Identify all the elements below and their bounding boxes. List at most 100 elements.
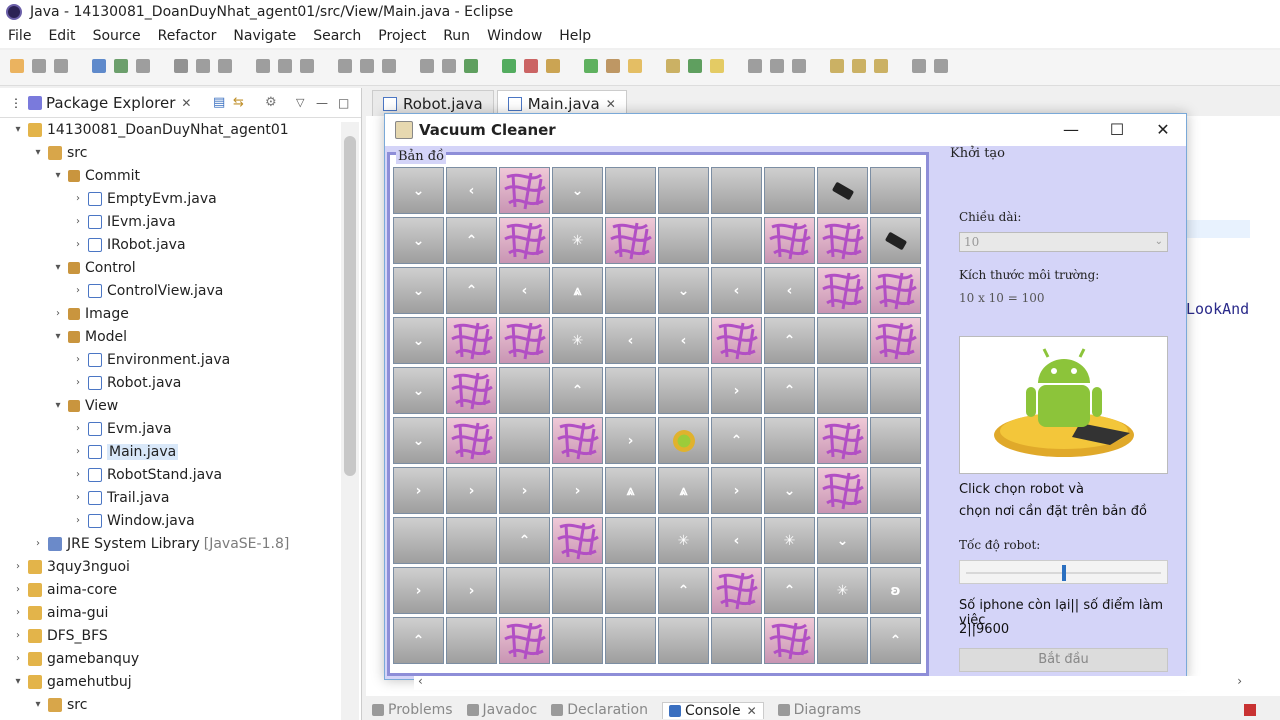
menu-window[interactable]: Window (487, 28, 542, 44)
map-cell[interactable] (711, 317, 762, 364)
tree-item[interactable]: ▾ View (52, 394, 118, 417)
close-icon[interactable]: ✕ (181, 96, 191, 110)
map-cell[interactable] (552, 567, 603, 614)
map-cell[interactable] (499, 217, 550, 264)
toolbar-tool-icon[interactable] (710, 59, 724, 73)
tree-item[interactable]: › 3quy3nguoi (12, 555, 130, 578)
tree-item[interactable]: › Environment.java (72, 348, 230, 371)
map-cell[interactable] (658, 167, 709, 214)
map-cell[interactable] (764, 217, 815, 264)
map-cell[interactable] (499, 317, 550, 364)
toolbar-tool-icon[interactable] (278, 59, 292, 73)
map-cell[interactable] (658, 367, 709, 414)
toolbar-tool-icon[interactable] (934, 59, 948, 73)
package-explorer-title[interactable]: Package Explorer (46, 94, 175, 112)
map-cell[interactable] (764, 167, 815, 214)
tab-diagrams[interactable]: Diagrams (777, 702, 861, 718)
map-cell[interactable]: ‹ (446, 167, 497, 214)
map-cell[interactable] (817, 367, 868, 414)
map-cell[interactable] (817, 167, 868, 214)
toolbar-tool-icon[interactable] (442, 59, 456, 73)
toolbar-tool-icon[interactable] (688, 59, 702, 73)
toolbar-tool-icon[interactable] (382, 59, 396, 73)
map-cell[interactable]: ‹ (711, 267, 762, 314)
tree-item[interactable]: › Image (52, 302, 129, 325)
tree-item[interactable]: › Robot.java (72, 371, 181, 394)
tree-item[interactable]: › Evm.java (72, 417, 172, 440)
map-cell[interactable]: ‹ (605, 317, 656, 364)
map-cell[interactable]: ✳ (552, 217, 603, 264)
toolbar-tool-icon[interactable] (830, 59, 844, 73)
map-cell[interactable]: ⌄ (393, 417, 444, 464)
toolbar-tool-icon[interactable] (196, 59, 210, 73)
toolbar-tool-icon[interactable] (524, 59, 538, 73)
close-icon[interactable]: ✕ (747, 704, 757, 718)
map-cell[interactable]: › (711, 467, 762, 514)
tree-item[interactable]: ▾ src (32, 693, 87, 716)
map-cell[interactable] (499, 417, 550, 464)
map-cell[interactable] (817, 267, 868, 314)
menu-help[interactable]: Help (559, 28, 591, 44)
chevron-right-icon[interactable]: › (72, 193, 84, 204)
map-cell[interactable]: › (446, 567, 497, 614)
map-cell[interactable]: ⌄ (393, 167, 444, 214)
map-cell[interactable] (605, 167, 656, 214)
maximize-button[interactable]: ☐ (1094, 118, 1140, 142)
map-cell[interactable] (870, 167, 921, 214)
tab-problems[interactable]: Problems (372, 702, 453, 718)
chevron-right-icon[interactable]: › (12, 607, 24, 618)
map-cell[interactable] (711, 217, 762, 264)
map-cell[interactable] (446, 517, 497, 564)
tree-item[interactable]: › aima-core (12, 578, 117, 601)
map-cell[interactable] (870, 317, 921, 364)
map-cell[interactable] (711, 167, 762, 214)
map-cell[interactable]: ✳ (764, 517, 815, 564)
tree-item[interactable]: › gamebanquy (12, 647, 139, 670)
robot-picker[interactable] (959, 336, 1168, 474)
collapse-all-icon[interactable]: ▤ (213, 95, 225, 110)
toolbar-tool-icon[interactable] (606, 59, 620, 73)
chevron-right-icon[interactable]: › (72, 423, 84, 434)
chevron-right-icon[interactable]: › (52, 308, 64, 319)
map-cell[interactable] (817, 417, 868, 464)
map-cell[interactable]: ✳ (817, 567, 868, 614)
map-cell[interactable]: ⌄ (393, 317, 444, 364)
map-cell[interactable] (446, 317, 497, 364)
close-button[interactable]: ✕ (1140, 118, 1186, 142)
tree-item[interactable]: › ControlView.java (72, 279, 223, 302)
speed-slider[interactable] (959, 560, 1168, 584)
map-cell[interactable]: ⌃ (499, 517, 550, 564)
map-cell[interactable]: ⌃ (870, 617, 921, 664)
map-cell[interactable]: ⌃ (764, 367, 815, 414)
tab-console[interactable]: Console ✕ (661, 701, 764, 719)
map-cell[interactable]: › (393, 467, 444, 514)
map-cell[interactable]: ‹ (711, 517, 762, 564)
chevron-right-icon[interactable]: › (72, 285, 84, 296)
toolbar-tool-icon[interactable] (136, 59, 150, 73)
map-cell[interactable] (870, 367, 921, 414)
chevron-down-icon[interactable]: ▾ (12, 124, 24, 135)
map-cell[interactable]: ⩓ (605, 467, 656, 514)
map-cell[interactable]: › (446, 467, 497, 514)
tree-item[interactable]: ▾ Model (52, 325, 127, 348)
tree-item[interactable]: › IEvm.java (72, 210, 176, 233)
map-cell[interactable]: › (499, 467, 550, 514)
map-cell[interactable]: ʚ (870, 567, 921, 614)
map-cell[interactable]: ‹ (658, 317, 709, 364)
map-cell[interactable]: ✳ (658, 517, 709, 564)
map-cell[interactable] (552, 517, 603, 564)
map-cell[interactable] (870, 417, 921, 464)
tree-item[interactable]: ▾ gamehutbuj (12, 670, 131, 693)
map-cell[interactable] (446, 367, 497, 414)
minimize-button[interactable]: — (1048, 118, 1094, 142)
map-cell[interactable]: › (552, 467, 603, 514)
tab-javadoc[interactable]: Javadoc (466, 702, 537, 718)
toolbar-tool-icon[interactable] (546, 59, 560, 73)
toolbar-tool-icon[interactable] (32, 59, 46, 73)
map-cell[interactable] (764, 617, 815, 664)
map-cell[interactable]: ⌄ (658, 267, 709, 314)
map-cell[interactable] (446, 617, 497, 664)
map-cell[interactable] (605, 267, 656, 314)
map-cell[interactable]: ⌃ (764, 567, 815, 614)
filter-icon[interactable]: ⚙ (265, 95, 277, 110)
